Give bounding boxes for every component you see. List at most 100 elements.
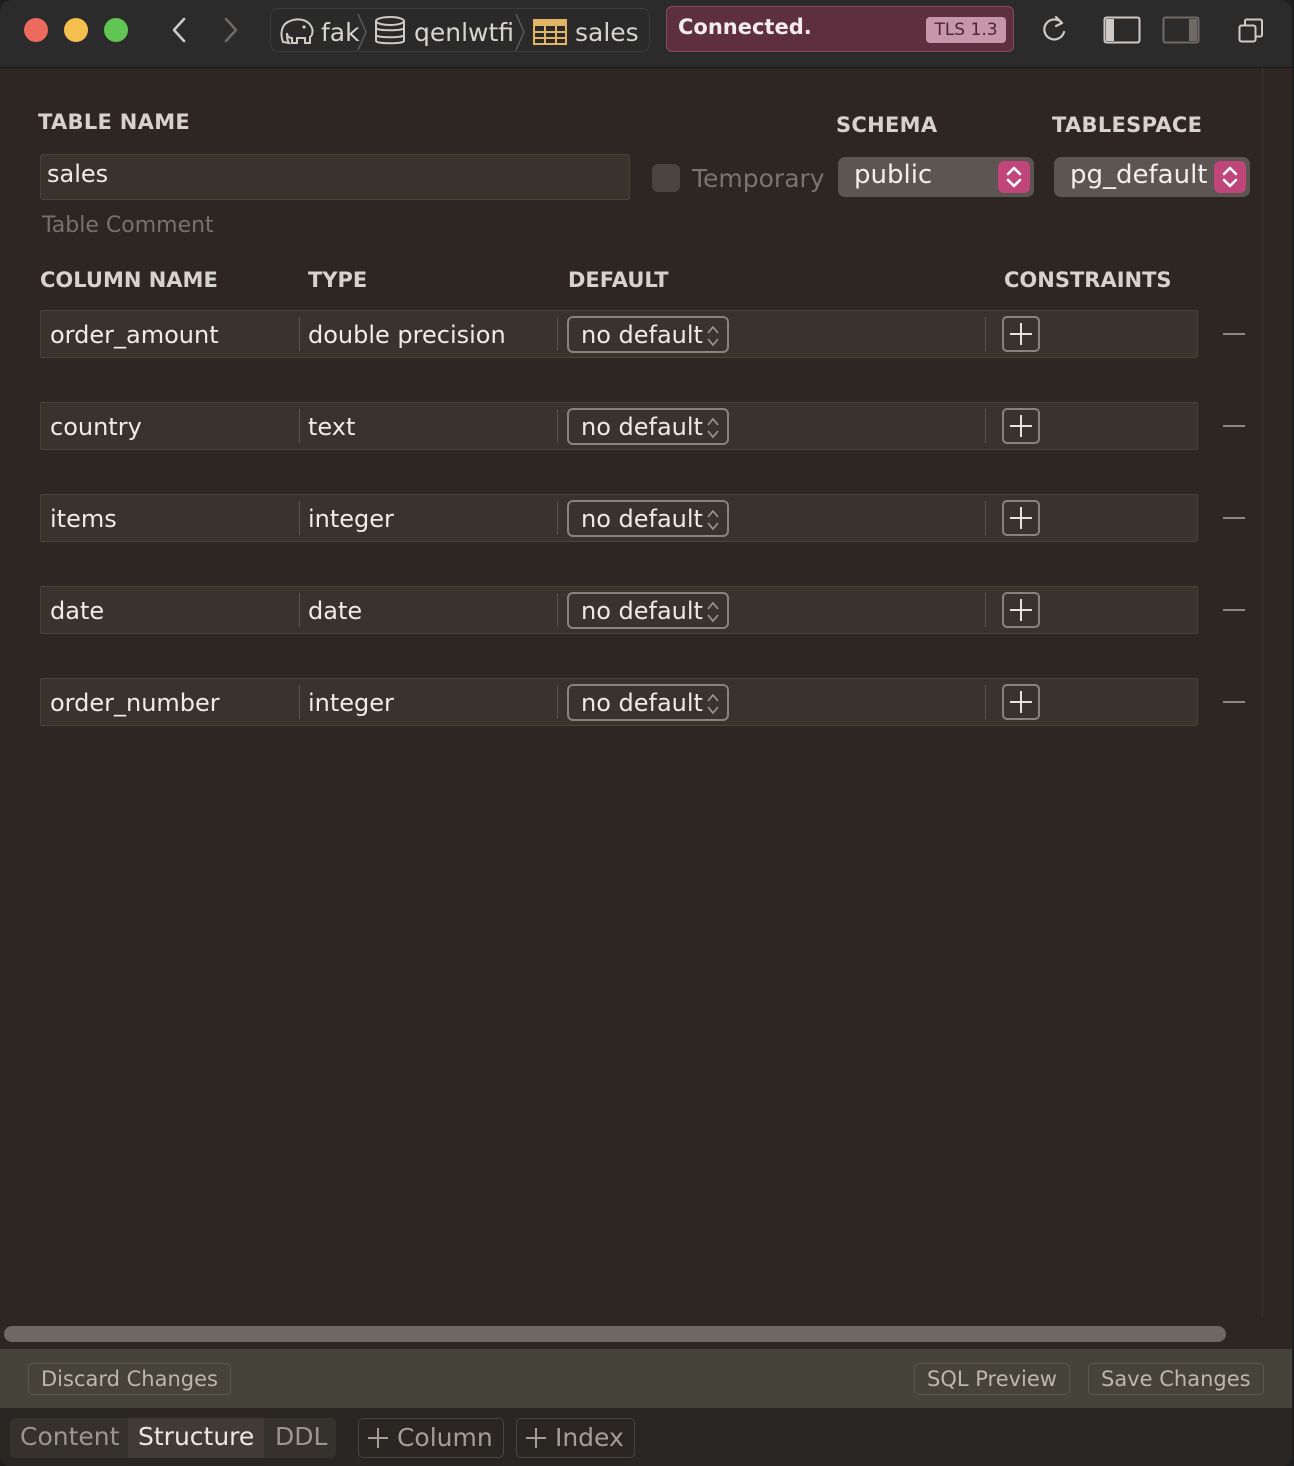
add-constraint-button[interactable] — [1002, 500, 1040, 536]
add-constraint-button[interactable] — [1002, 408, 1040, 444]
cell-divider — [985, 501, 986, 535]
default-select[interactable]: no default — [567, 316, 729, 353]
table-row: date date no default — [40, 586, 1198, 634]
connection-status: Connected. TLS 1.3 — [666, 6, 1014, 52]
schema-label: SCHEMA — [836, 113, 938, 137]
schema-value: public — [854, 160, 933, 190]
remove-column-button[interactable] — [1223, 333, 1245, 335]
add-index-label: Index — [554, 1423, 624, 1452]
default-select[interactable]: no default — [567, 500, 729, 537]
sql-preview-button[interactable]: SQL Preview — [914, 1363, 1070, 1395]
tab-ddl[interactable]: DDL — [265, 1418, 337, 1458]
add-constraint-button[interactable] — [1002, 684, 1040, 720]
plus-icon — [526, 1428, 546, 1448]
breadcrumb: fak qenlwtfi sales — [270, 8, 650, 52]
add-column-button[interactable]: Column — [358, 1418, 504, 1458]
tab-structure[interactable]: Structure — [128, 1418, 265, 1458]
temporary-checkbox[interactable] — [652, 164, 680, 192]
cell-divider — [557, 593, 558, 627]
save-changes-button[interactable]: Save Changes — [1088, 1363, 1264, 1395]
column-type-field[interactable]: double precision — [308, 321, 506, 349]
column-name-field[interactable]: date — [50, 597, 104, 625]
cell-divider — [985, 317, 986, 351]
toggle-right-sidebar-icon[interactable] — [1162, 16, 1200, 44]
plus-icon — [1010, 507, 1032, 529]
column-name-field[interactable]: order_number — [50, 689, 220, 717]
table-name-value: sales — [47, 160, 109, 188]
action-bar: Discard Changes SQL Preview Save Changes — [0, 1348, 1292, 1408]
zoom-window-button[interactable] — [104, 18, 128, 42]
table-comment-field[interactable]: Table Comment — [42, 213, 214, 238]
cell-divider — [985, 685, 986, 719]
add-index-button[interactable]: Index — [516, 1418, 635, 1458]
table-name-field[interactable]: sales — [40, 154, 630, 200]
remove-column-button[interactable] — [1223, 425, 1245, 427]
type-header: TYPE — [308, 268, 368, 292]
horizontal-scrollbar-thumb[interactable] — [4, 1326, 1226, 1342]
table-row: order_number integer no default — [40, 678, 1198, 726]
minimize-window-button[interactable] — [64, 18, 88, 42]
breadcrumb-database-label[interactable]: qenlwtfi — [414, 18, 514, 47]
plus-icon — [1010, 323, 1032, 345]
tab-bar: Content Structure DDL Column Index — [0, 1408, 1292, 1466]
tablespace-select[interactable]: pg_default — [1054, 157, 1250, 197]
updown-chevrons-icon — [707, 509, 719, 531]
forward-button[interactable] — [216, 14, 246, 46]
breadcrumb-table-label[interactable]: sales — [575, 18, 639, 47]
default-value: no default — [581, 321, 703, 349]
tablespace-value: pg_default — [1070, 160, 1208, 190]
new-window-icon[interactable] — [1238, 18, 1264, 44]
cell-divider — [299, 317, 300, 351]
updown-chevrons-icon — [1214, 161, 1246, 193]
column-type-field[interactable]: integer — [308, 505, 394, 533]
default-select[interactable]: no default — [567, 684, 729, 721]
titlebar: fak qenlwtfi sales Connected. TLS 1.3 — [0, 0, 1292, 68]
column-type-field[interactable]: date — [308, 597, 362, 625]
default-value: no default — [581, 689, 703, 717]
tls-badge: TLS 1.3 — [926, 17, 1006, 43]
discard-changes-button[interactable]: Discard Changes — [28, 1363, 231, 1395]
column-name-field[interactable]: country — [50, 413, 142, 441]
database-icon — [375, 16, 405, 45]
remove-column-button[interactable] — [1223, 609, 1245, 611]
breadcrumb-separator-icon — [515, 13, 525, 51]
default-select[interactable]: no default — [567, 592, 729, 629]
add-constraint-button[interactable] — [1002, 592, 1040, 628]
cell-divider — [985, 593, 986, 627]
default-value: no default — [581, 505, 703, 533]
cell-divider — [299, 685, 300, 719]
updown-chevrons-icon — [707, 325, 719, 347]
refresh-icon[interactable] — [1040, 14, 1068, 44]
back-button[interactable] — [164, 14, 194, 46]
plus-icon — [1010, 691, 1032, 713]
updown-chevrons-icon — [707, 417, 719, 439]
column-type-field[interactable]: integer — [308, 689, 394, 717]
vertical-scrollbar[interactable] — [1262, 68, 1292, 1318]
add-constraint-button[interactable] — [1002, 316, 1040, 352]
table-name-label: TABLE NAME — [38, 110, 191, 134]
tab-content[interactable]: Content — [10, 1418, 129, 1458]
updown-chevrons-icon — [707, 693, 719, 715]
column-name-field[interactable]: order_amount — [50, 321, 219, 349]
close-window-button[interactable] — [24, 18, 48, 42]
updown-chevrons-icon — [707, 601, 719, 623]
toggle-left-sidebar-icon[interactable] — [1103, 16, 1141, 44]
cell-divider — [557, 409, 558, 443]
plus-icon — [1010, 599, 1032, 621]
app-window: fak qenlwtfi sales Connected. TLS 1.3 TA… — [0, 0, 1292, 1466]
temporary-label: Temporary — [692, 164, 825, 193]
schema-select[interactable]: public — [838, 157, 1034, 197]
plus-icon — [368, 1428, 388, 1448]
default-select[interactable]: no default — [567, 408, 729, 445]
column-type-field[interactable]: text — [308, 413, 355, 441]
add-column-label: Column — [396, 1423, 493, 1452]
remove-column-button[interactable] — [1223, 701, 1245, 703]
table-row: order_amount double precision no default — [40, 310, 1198, 358]
remove-column-button[interactable] — [1223, 517, 1245, 519]
breadcrumb-server-label[interactable]: fak — [321, 18, 360, 47]
default-header: DEFAULT — [568, 268, 669, 292]
column-name-header: COLUMN NAME — [40, 268, 218, 292]
table-row: country text no default — [40, 402, 1198, 450]
column-name-field[interactable]: items — [50, 505, 117, 533]
cell-divider — [299, 501, 300, 535]
